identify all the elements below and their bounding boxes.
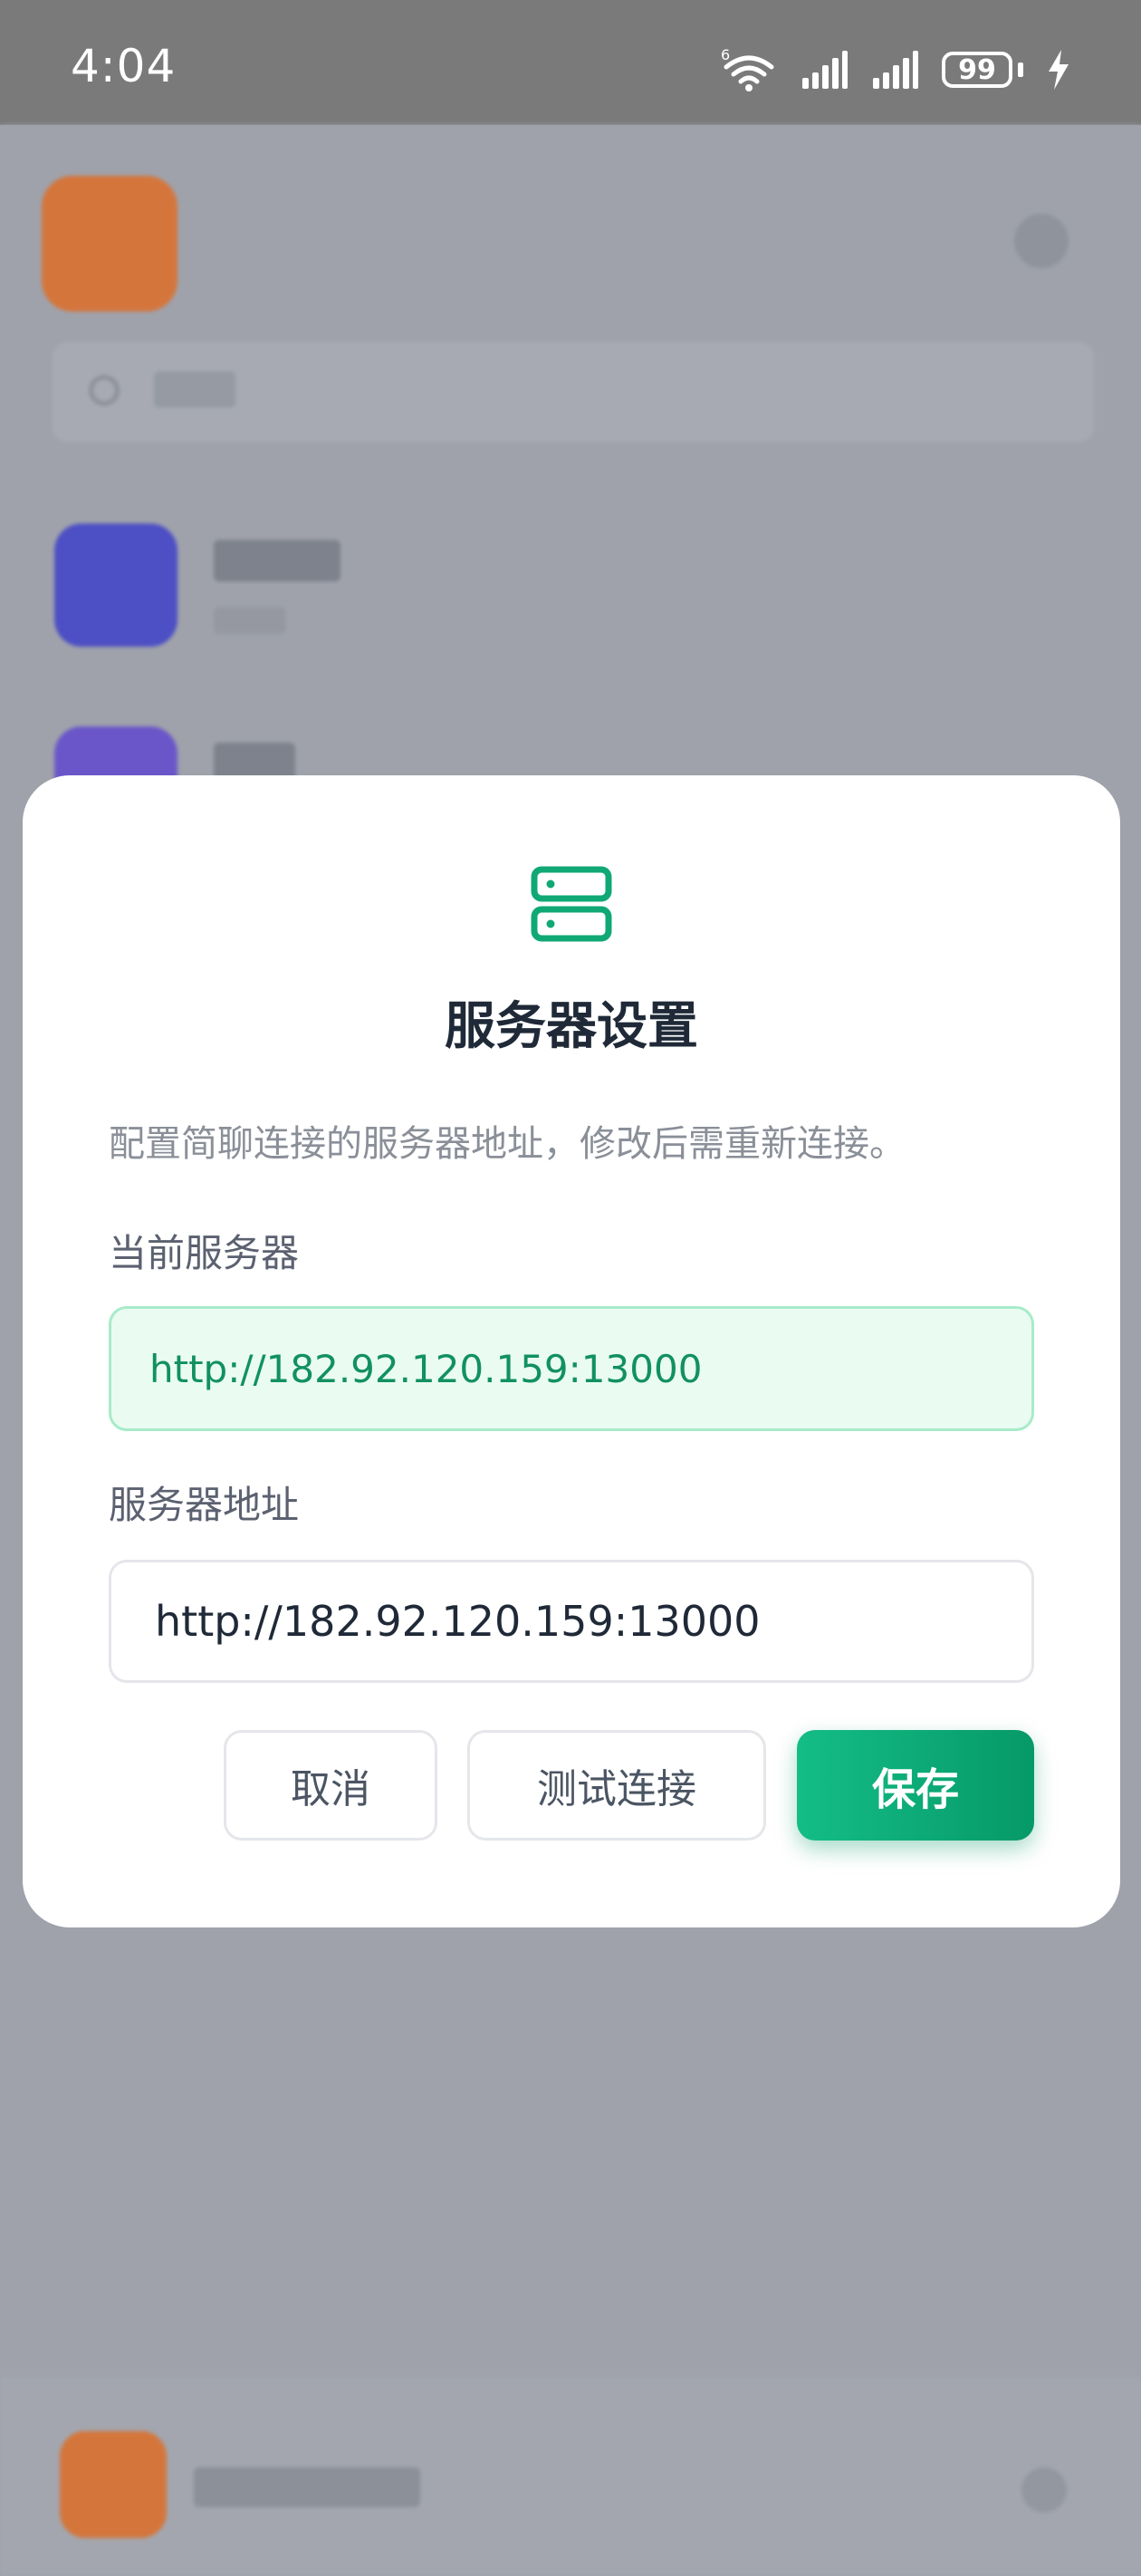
chat-avatar [54,524,177,647]
server-icon [531,866,612,942]
server-settings-dialog: 服务器设置 配置简聊连接的服务器地址，修改后需重新连接。 当前服务器 http:… [23,775,1120,1927]
status-bar: 4:04 6 99 [0,0,1141,125]
search-placeholder [154,371,235,408]
user-avatar [60,2431,167,2538]
wifi-badge: 6 [721,47,730,63]
dialog-title: 服务器设置 [445,997,698,1056]
user-name [194,2467,420,2507]
settings-gear-icon [1014,214,1069,268]
bottom-user-bar [0,2377,1141,2576]
wifi-icon: 6 [721,47,774,91]
current-server-value: http://182.92.120.159:13000 [109,1306,1034,1431]
battery-level: 99 [958,53,996,86]
cancel-button[interactable]: 取消 [224,1730,437,1841]
battery-icon: 99 [942,52,1012,88]
battery-tip [1018,62,1023,77]
chat-name [214,540,340,582]
chat-list-item [54,524,1087,650]
signal-icon-1 [802,51,848,89]
charging-icon [1049,50,1069,90]
save-button[interactable]: 保存 [797,1730,1034,1841]
chat-preview [214,607,286,634]
signal-icon-2 [873,51,918,89]
status-icons: 6 99 [721,47,1070,92]
status-time: 4:04 [71,40,177,92]
logout-icon [1021,2467,1067,2513]
server-address-input[interactable] [109,1560,1034,1683]
search-bar [53,342,1094,442]
current-server-label: 当前服务器 [109,1231,300,1275]
test-connection-button[interactable]: 测试连接 [467,1730,766,1841]
dialog-description: 配置简聊连接的服务器地址，修改后需重新连接。 [109,1123,906,1165]
app-logo [42,176,177,312]
server-address-label: 服务器地址 [109,1483,300,1527]
search-icon [89,375,120,406]
